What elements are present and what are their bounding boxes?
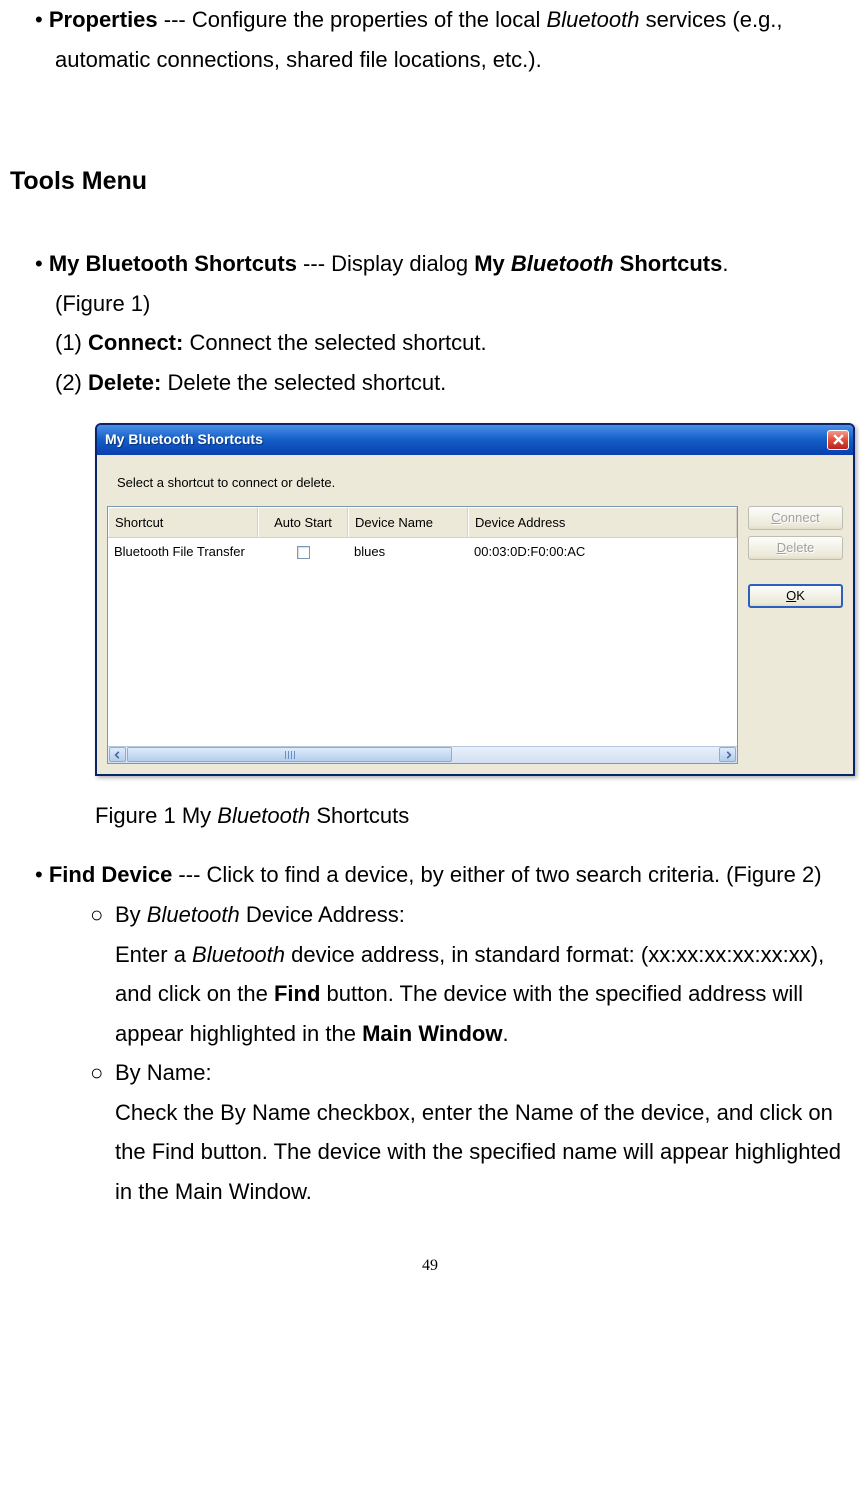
horizontal-scrollbar[interactable]	[108, 746, 737, 763]
circle-bullet-icon: ○	[90, 895, 115, 935]
sep: ---	[172, 862, 206, 887]
t: D	[777, 536, 786, 559]
tools-menu-heading: Tools Menu	[10, 159, 850, 204]
bluetooth-italic: Bluetooth	[217, 803, 310, 828]
find-device-bullet: Find Device --- Click to find a device, …	[55, 855, 850, 895]
cell-shortcut: Bluetooth File Transfer	[108, 538, 258, 565]
cell-devicename: blues	[348, 538, 468, 565]
col-devicename[interactable]: Device Name	[348, 507, 468, 537]
t: Click to find a device, by either of two…	[207, 862, 822, 887]
find-device-title: Find Device	[49, 862, 172, 887]
by-name-sub: ○By Name: Check the By Name checkbox, en…	[115, 1053, 850, 1211]
dialog-prompt: Select a shortcut to connect or delete.	[117, 471, 843, 494]
col-shortcut[interactable]: Shortcut	[108, 507, 258, 537]
table-row[interactable]: Bluetooth File Transfer blues 00:03:0D:F…	[108, 538, 737, 565]
t: .	[722, 251, 728, 276]
close-button[interactable]	[827, 430, 849, 450]
by-address-sub: ○By Bluetooth Device Address: Enter a Bl…	[115, 895, 850, 1053]
t: C	[771, 506, 780, 529]
bluetooth-italic: Bluetooth	[547, 7, 640, 32]
properties-title: Properties	[49, 7, 158, 32]
connect-button[interactable]: Connect	[748, 506, 843, 530]
t: onnect	[781, 506, 820, 529]
t: Figure 1 My	[95, 803, 217, 828]
dialog-titlebar[interactable]: My Bluetooth Shortcuts	[97, 425, 853, 455]
connect-label: Connect:	[88, 330, 183, 355]
by-name-body: Check the By Name checkbox, enter the Na…	[115, 1093, 850, 1212]
shortcuts-bullet: My Bluetooth Shortcuts --- Display dialo…	[55, 244, 850, 402]
t: Connect the selected shortcut.	[183, 330, 486, 355]
bluetooth-bi: Bluetooth	[511, 251, 614, 276]
close-icon	[833, 434, 844, 445]
circle-bullet-icon: ○	[90, 1053, 115, 1093]
chevron-left-icon	[114, 751, 122, 759]
scroll-thumb[interactable]	[127, 747, 452, 762]
grip-icon	[285, 751, 295, 759]
main-window-bold: Main Window	[362, 1021, 502, 1046]
find-bold: Find	[274, 981, 320, 1006]
shortcuts-list[interactable]: Shortcut Auto Start Device Name Device A…	[107, 506, 738, 764]
sep: ---	[158, 7, 192, 32]
t: Shortcuts	[310, 803, 409, 828]
column-headers: Shortcut Auto Start Device Name Device A…	[108, 507, 737, 538]
chevron-right-icon	[724, 751, 732, 759]
figure-caption: Figure 1 My Bluetooth Shortcuts	[95, 796, 850, 836]
t: (1)	[55, 330, 88, 355]
delete-button[interactable]: Delete	[748, 536, 843, 560]
shortcuts-dialog: My Bluetooth Shortcuts Select a shortcut…	[95, 423, 855, 776]
ok-button[interactable]: OK	[748, 584, 843, 608]
properties-bullet: Properties --- Configure the properties …	[55, 0, 850, 79]
scroll-track[interactable]	[127, 747, 718, 762]
t: K	[796, 584, 805, 607]
t: Display dialog	[331, 251, 474, 276]
scroll-right-button[interactable]	[719, 747, 736, 762]
t: Enter a	[115, 942, 192, 967]
dialog-buttons: Connect Delete OK	[748, 506, 843, 764]
autostart-checkbox[interactable]	[297, 546, 310, 559]
t: elete	[786, 536, 814, 559]
figure-ref: (Figure 1)	[55, 284, 850, 324]
col-autostart[interactable]: Auto Start	[258, 507, 348, 537]
mbs-title: My Bluetooth Shortcuts	[49, 251, 297, 276]
t: (2)	[55, 370, 88, 395]
scroll-left-button[interactable]	[109, 747, 126, 762]
list-empty-area	[108, 566, 737, 746]
dialog-title: My Bluetooth Shortcuts	[105, 427, 263, 452]
col-deviceaddr[interactable]: Device Address	[468, 507, 737, 537]
t: My	[474, 251, 511, 276]
bluetooth-italic: Bluetooth	[147, 902, 240, 927]
cell-deviceaddr: 00:03:0D:F0:00:AC	[468, 538, 737, 565]
sep: ---	[297, 251, 331, 276]
bluetooth-italic: Bluetooth	[192, 942, 285, 967]
t: O	[786, 584, 796, 607]
t: Device Address:	[240, 902, 405, 927]
t: Configure the properties of the local	[192, 7, 547, 32]
page-number: 49	[10, 1252, 850, 1281]
delete-label: Delete:	[88, 370, 161, 395]
t: Shortcuts	[614, 251, 723, 276]
by-name-title: By Name:	[115, 1060, 212, 1085]
t: .	[502, 1021, 508, 1046]
t: By	[115, 902, 147, 927]
t: Delete the selected shortcut.	[161, 370, 446, 395]
